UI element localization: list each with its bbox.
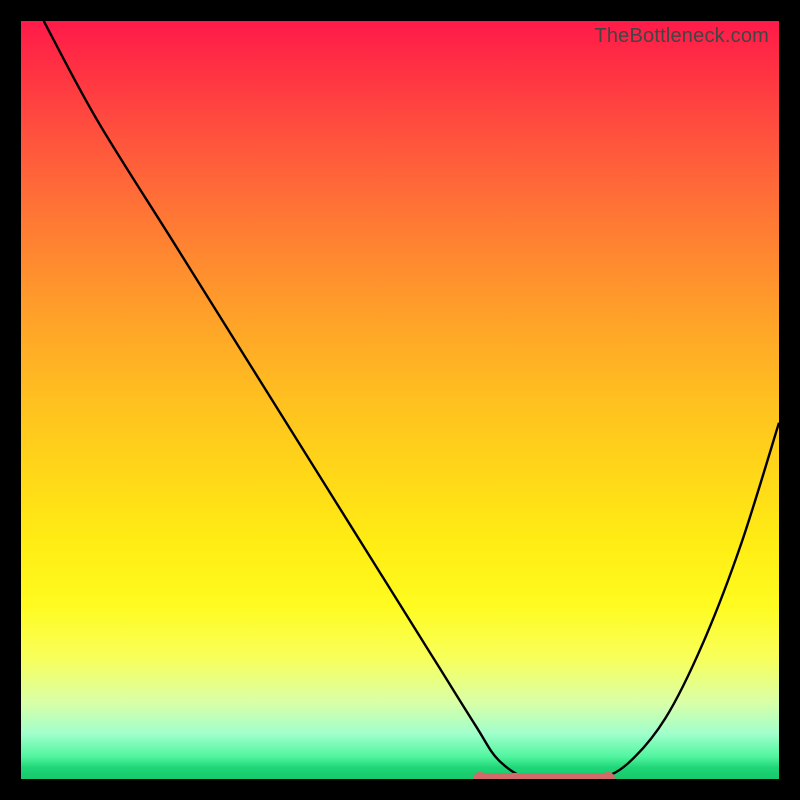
plot-area: TheBottleneck.com (21, 21, 779, 779)
bottleneck-curve (21, 21, 779, 779)
optimal-range-marker (476, 773, 612, 779)
